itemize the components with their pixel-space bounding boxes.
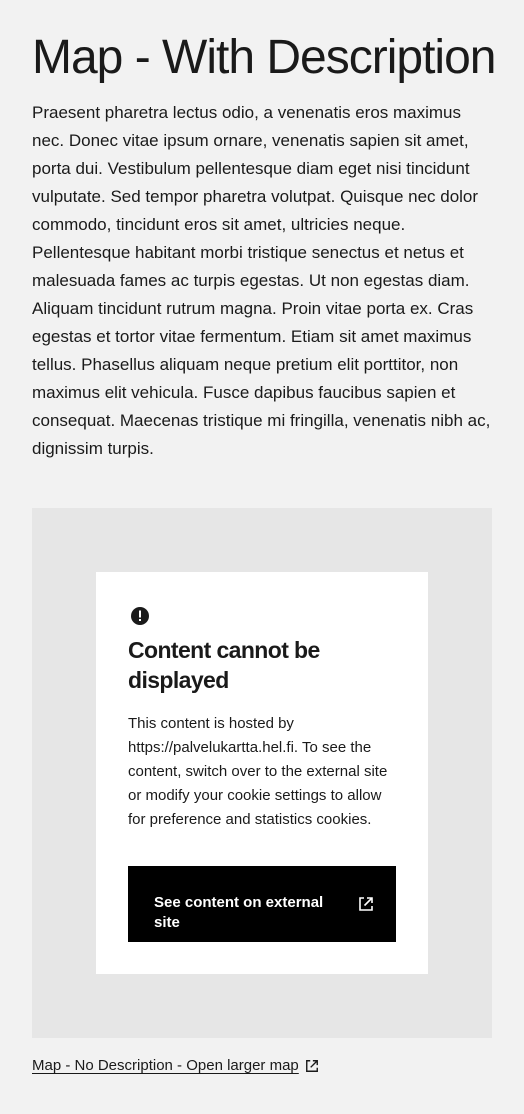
content-blocked-notice: Content cannot be displayed This content… [96,572,428,974]
external-link-icon [359,897,373,911]
notice-title: Content cannot be displayed [128,637,320,693]
alert-circle-icon [131,607,149,625]
page-title: Map - With Description [32,31,496,84]
map-container: Content cannot be displayed This content… [32,508,492,1038]
page-description: Praesent pharetra lectus odio, a venenat… [32,103,491,458]
external-link-icon [305,1060,318,1072]
open-larger-map-link[interactable]: Map - No Description - Open larger map [32,1055,319,1077]
external-button-label: See content on external site [154,894,324,931]
see-content-external-button[interactable]: See content on external site [128,866,396,942]
larger-map-link-label: Map - No Description - Open larger map [32,1057,299,1074]
notice-text: This content is hosted by https://palvel… [128,715,388,828]
page: Map - With Description Praesent pharetra… [0,0,524,1114]
